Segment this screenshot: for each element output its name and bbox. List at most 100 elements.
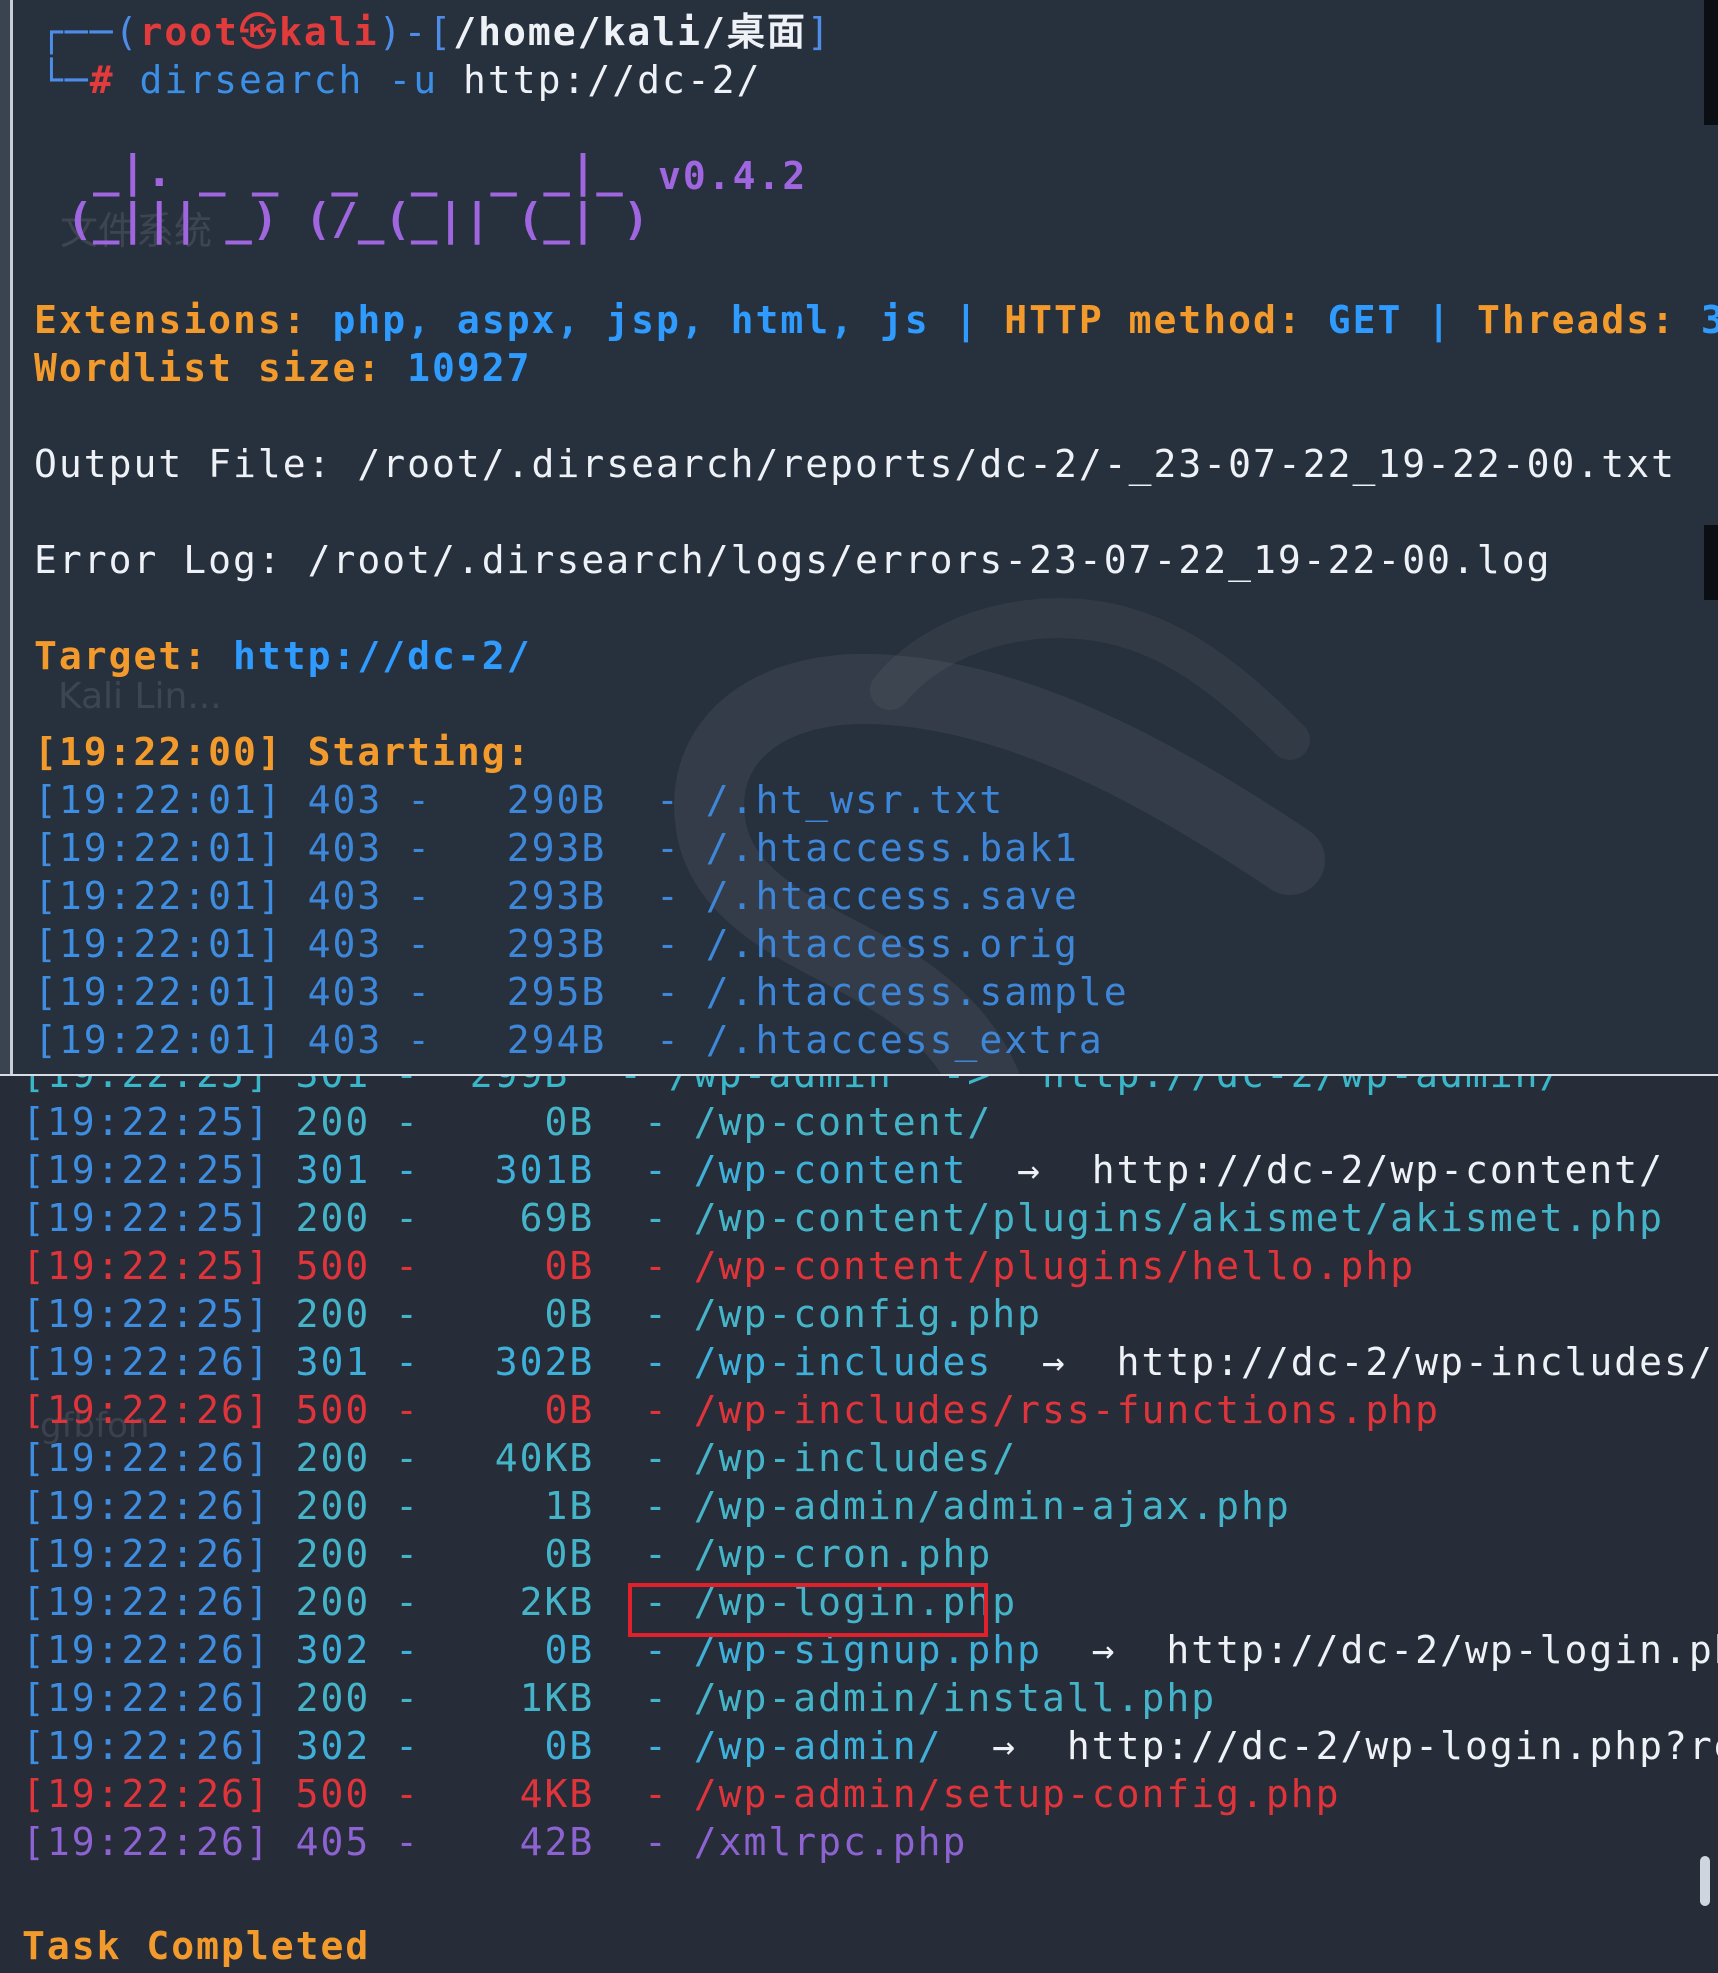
result-path: /.htaccess.sample	[705, 970, 1129, 1014]
status-code: 200 - 0B -	[295, 1100, 694, 1144]
timestamp: [19:22:26]	[22, 1436, 296, 1480]
result-row: [19:22:01] 403 - 293B - /.htaccess.orig	[34, 920, 1079, 968]
status-code: 200 - 69B -	[295, 1196, 694, 1240]
result-row: [19:22:26] 200 - 40KB - /wp-includes/	[22, 1434, 1017, 1482]
wordlist-line: Wordlist size: 10927	[34, 346, 532, 390]
timestamp: [19:22:01]	[34, 922, 308, 966]
cut-result-line: [19:22:25] 301 - 299B - /wp-admin -> htt…	[22, 1076, 1564, 1098]
result-row: [19:22:25] 200 - 69B - /wp-content/plugi…	[22, 1194, 1664, 1242]
result-path: /xmlrpc.php	[693, 1820, 968, 1864]
result-path: /wp-admin/admin-ajax.php	[693, 1484, 1291, 1528]
result-path: /wp-cron.php	[693, 1532, 993, 1576]
redirect-arrow: →	[967, 1148, 1092, 1192]
redirect-arrow: →	[1042, 1628, 1167, 1672]
status-code: 405 - 42B -	[295, 1820, 694, 1864]
status-code: 403 - 293B -	[307, 874, 706, 918]
timestamp: [19:22:01]	[34, 778, 308, 822]
status-code: 301 - 301B -	[295, 1148, 694, 1192]
scrollbar-edge[interactable]	[1704, 525, 1718, 600]
redirect-url: http://dc-2/wp-login.php?re	[1066, 1724, 1718, 1768]
status-code: 403 - 293B -	[307, 922, 706, 966]
result-row: [19:22:01] 403 - 293B - /.htaccess.bak1	[34, 824, 1079, 872]
result-path: /wp-includes	[693, 1340, 993, 1384]
terminal-bottom-pane[interactable]: gfbfon [19:22:25] 301 - 299B - /wp-admin…	[0, 1076, 1718, 1973]
result-row: [19:22:25] 200 - 0B - /wp-config.php	[22, 1290, 1042, 1338]
starting-line: [19:22:00] Starting:	[34, 730, 532, 774]
timestamp: [19:22:01]	[34, 970, 308, 1014]
status-code: 403 - 295B -	[307, 970, 706, 1014]
result-path: /.htaccess.save	[705, 874, 1079, 918]
result-row: [19:22:26] 301 - 302B - /wp-includes → h…	[22, 1338, 1714, 1386]
scrollbar-thumb[interactable]	[1700, 1856, 1710, 1906]
error-log-line: Error Log: /root/.dirsearch/logs/errors-…	[34, 538, 1552, 582]
redirect-url: http://dc-2/wp-login.ph	[1166, 1628, 1718, 1672]
result-row: [19:22:26] 200 - 1B - /wp-admin/admin-aj…	[22, 1482, 1291, 1530]
result-row: [19:22:26] 405 - 42B - /xmlrpc.php	[22, 1818, 967, 1866]
result-path: /.htaccess.orig	[705, 922, 1079, 966]
result-row: [19:22:01] 403 - 295B - /.htaccess.sampl…	[34, 968, 1129, 1016]
timestamp: [19:22:01]	[34, 874, 308, 918]
result-path: /.htaccess_extra	[705, 1018, 1104, 1062]
status-code: 301 - 302B -	[295, 1340, 694, 1384]
result-path: /wp-admin/install.php	[693, 1676, 1217, 1720]
timestamp: [19:22:26]	[22, 1628, 296, 1672]
scrollbar-edge[interactable]	[1704, 0, 1718, 125]
timestamp: [19:22:25]	[22, 1148, 296, 1192]
result-row: [19:22:26] 500 - 4KB - /wp-admin/setup-c…	[22, 1770, 1341, 1818]
dirsearch-logo: _|. _ _ _ _ _ _|_	[40, 146, 623, 197]
status-code: 200 - 0B -	[295, 1292, 694, 1336]
result-path: /wp-content/plugins/akismet/akismet.php	[693, 1196, 1664, 1240]
timestamp: [19:22:26]	[22, 1820, 296, 1864]
result-row: [19:22:26] 200 - 1KB - /wp-admin/install…	[22, 1674, 1216, 1722]
redirect-arrow: →	[942, 1724, 1067, 1768]
timestamp: [19:22:26]	[22, 1772, 296, 1816]
timestamp: [19:22:26]	[22, 1484, 296, 1528]
result-path: /wp-content/	[693, 1100, 993, 1144]
redirect-arrow: →	[992, 1340, 1117, 1384]
dirsearch-logo: (_||| _) (/_(_|| (_| )	[40, 194, 650, 245]
config-line: Extensions: php, aspx, jsp, html, js | H…	[34, 298, 1718, 342]
redirect-url: http://dc-2/wp-content/	[1091, 1148, 1664, 1192]
result-row: [19:22:01] 403 - 293B - /.htaccess.save	[34, 872, 1079, 920]
result-path: /wp-includes/rss-functions.php	[693, 1388, 1441, 1432]
result-path: /wp-admin/	[693, 1724, 943, 1768]
result-path: /wp-content	[693, 1148, 968, 1192]
target-line: Target: http://dc-2/	[34, 634, 532, 678]
prompt-line-1: ┌──(root㉿kali)-[/home/kali/桌面]	[40, 10, 832, 54]
status-code: 200 - 1B -	[295, 1484, 694, 1528]
task-completed-line: Task Completed	[22, 1924, 371, 1968]
status-code: 403 - 293B -	[307, 826, 706, 870]
timestamp: [19:22:25]	[22, 1196, 296, 1240]
timestamp: [19:22:25]	[22, 1244, 296, 1288]
timestamp: [19:22:01]	[34, 826, 308, 870]
result-row: [19:22:26] 302 - 0B - /wp-admin/ → http:…	[22, 1722, 1718, 1770]
result-path: /wp-admin/setup-config.php	[693, 1772, 1341, 1816]
timestamp: [19:22:26]	[22, 1580, 296, 1624]
status-code: 403 - 290B -	[307, 778, 706, 822]
result-path: /.ht_wsr.txt	[705, 778, 1005, 822]
version-label: v0.4.2	[658, 154, 808, 198]
terminal-top-pane[interactable]: 文件系统 Kali Lin... ┌──(root㉿kali)-[/home/k…	[0, 0, 1718, 1075]
output-file-line: Output File: /root/.dirsearch/reports/dc…	[34, 442, 1676, 486]
window-left-border	[0, 0, 13, 1075]
timestamp: [19:22:26]	[22, 1388, 296, 1432]
result-row: [19:22:25] 301 - 301B - /wp-content → ht…	[22, 1146, 1664, 1194]
status-code: 302 - 0B -	[295, 1724, 694, 1768]
result-path: /wp-content/plugins/hello.php	[693, 1244, 1416, 1288]
redirect-url: http://dc-2/wp-includes/	[1116, 1340, 1714, 1384]
result-path: /.htaccess.bak1	[705, 826, 1079, 870]
result-row: [19:22:01] 403 - 294B - /.htaccess_extra	[34, 1016, 1104, 1064]
timestamp: [19:22:26]	[22, 1532, 296, 1576]
result-path: /wp-config.php	[693, 1292, 1043, 1336]
result-row: [19:22:26] 500 - 0B - /wp-includes/rss-f…	[22, 1386, 1440, 1434]
result-row: [19:22:01] 403 - 290B - /.ht_wsr.txt	[34, 776, 1004, 824]
timestamp: [19:22:25]	[22, 1100, 296, 1144]
timestamp: [19:22:26]	[22, 1340, 296, 1384]
result-path: /wp-includes/	[693, 1436, 1018, 1480]
result-row: [19:22:25] 200 - 0B - /wp-content/	[22, 1098, 992, 1146]
result-row: [19:22:26] 200 - 0B - /wp-cron.php	[22, 1530, 992, 1578]
timestamp: [19:22:25]	[22, 1292, 296, 1336]
status-code: 200 - 40KB -	[295, 1436, 694, 1480]
highlight-box-wp-login	[628, 1583, 988, 1637]
status-code: 200 - 0B -	[295, 1532, 694, 1576]
